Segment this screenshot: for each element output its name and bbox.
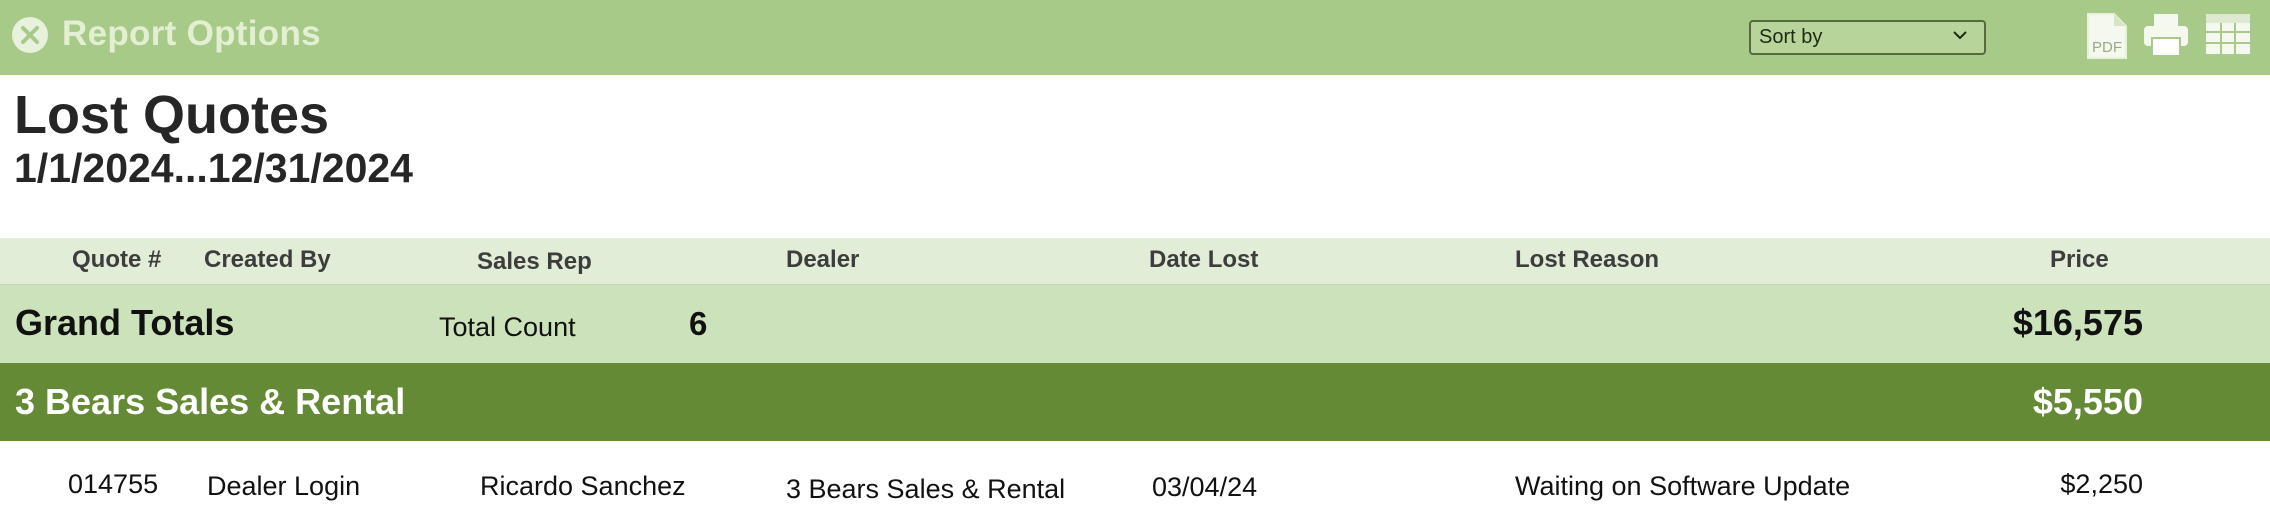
report-toolbar: Report Options Sort by PDF bbox=[0, 0, 2270, 75]
total-count-value: 6 bbox=[689, 305, 708, 342]
svg-text:PDF: PDF bbox=[2092, 39, 2122, 56]
created-by-cell: Dealer Login bbox=[207, 471, 361, 501]
lost-reason-cell: Waiting on Software Update bbox=[1515, 471, 1851, 501]
printer-icon[interactable] bbox=[2142, 12, 2190, 58]
chevron-down-icon bbox=[1953, 31, 1967, 40]
report-date-range: 1/1/2024...12/31/2024 bbox=[14, 145, 413, 191]
group-total-price: $5,550 bbox=[2032, 381, 2143, 422]
date-lost-cell: 03/04/24 bbox=[1152, 472, 1258, 502]
report-title: Lost Quotes bbox=[14, 85, 330, 145]
group-row[interactable]: 3 Bears Sales & Rental $5,550 bbox=[0, 363, 2270, 441]
close-icon[interactable] bbox=[12, 17, 48, 53]
column-header-price[interactable]: Price bbox=[2050, 246, 2109, 274]
price-cell: $2,250 bbox=[2060, 469, 2143, 499]
column-header-lost-reason[interactable]: Lost Reason bbox=[1515, 246, 1659, 274]
group-name: 3 Bears Sales & Rental bbox=[15, 381, 406, 422]
column-header-created-by[interactable]: Created By bbox=[204, 246, 331, 274]
grand-totals-row: Grand Totals Total Count 6 $16,575 bbox=[0, 285, 2270, 363]
sort-by-dropdown[interactable]: Sort by bbox=[1749, 20, 1986, 55]
grand-totals-label: Grand Totals bbox=[15, 302, 235, 343]
pdf-icon[interactable]: PDF bbox=[2086, 12, 2128, 60]
column-header-dealer[interactable]: Dealer bbox=[786, 246, 859, 274]
quote-number[interactable]: 014755 bbox=[68, 469, 158, 500]
column-header-row: Quote # Created By Sales Rep Dealer Date… bbox=[0, 238, 2270, 286]
sales-rep-cell: Ricardo Sanchez bbox=[480, 471, 686, 501]
column-header-quote[interactable]: Quote # bbox=[72, 246, 161, 274]
grand-total-price: $16,575 bbox=[2012, 302, 2143, 343]
column-header-date-lost[interactable]: Date Lost bbox=[1149, 246, 1258, 274]
dealer-cell: 3 Bears Sales & Rental bbox=[786, 474, 1066, 504]
column-header-sales-rep[interactable]: Sales Rep bbox=[477, 248, 592, 276]
sort-by-label: Sort by bbox=[1759, 26, 1823, 48]
report-options-title[interactable]: Report Options bbox=[62, 14, 321, 54]
table-row[interactable]: 014755 Dealer Login Ricardo Sanchez 3 Be… bbox=[0, 441, 2270, 532]
total-count-label: Total Count bbox=[439, 312, 576, 342]
table-grid-icon[interactable] bbox=[2204, 12, 2252, 56]
